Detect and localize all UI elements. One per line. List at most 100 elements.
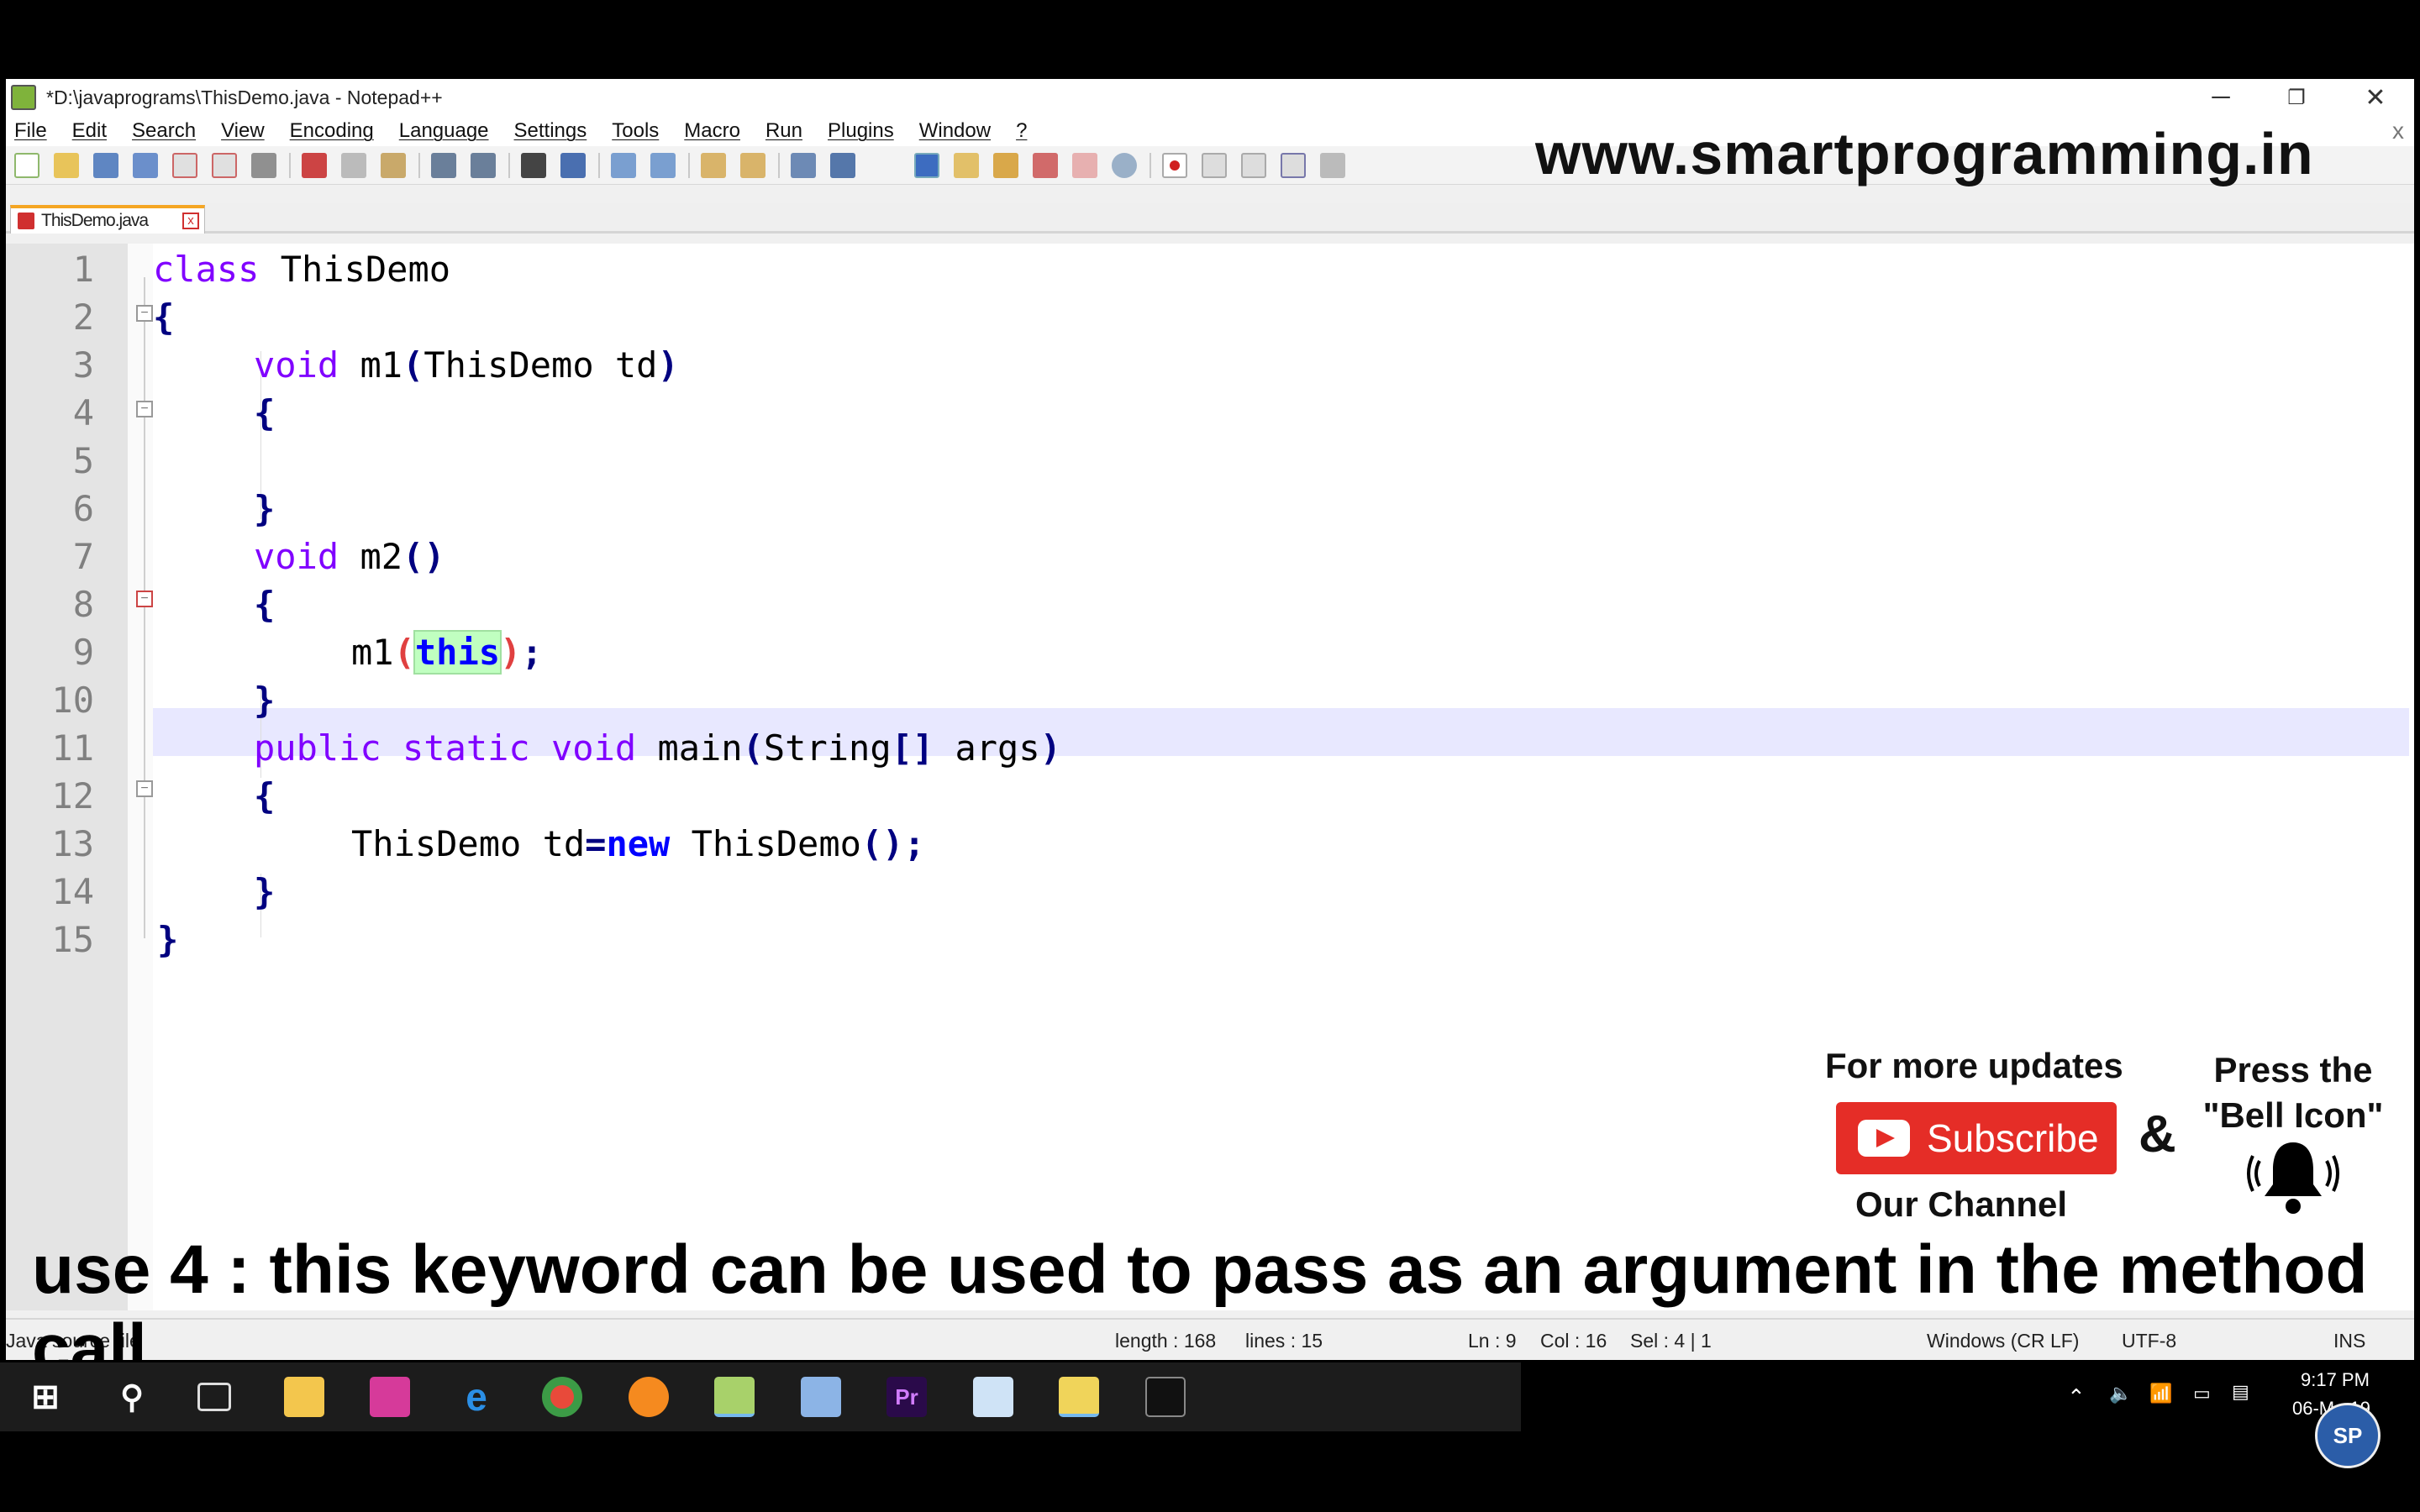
app-icon[interactable] bbox=[370, 1377, 410, 1417]
toolbar-separator bbox=[418, 153, 420, 178]
paste-icon[interactable] bbox=[381, 153, 406, 178]
word-wrap-icon[interactable] bbox=[791, 153, 816, 178]
line-number: 6 bbox=[72, 488, 94, 529]
redo-icon[interactable] bbox=[471, 153, 496, 178]
brace: } bbox=[254, 871, 276, 912]
tab-bar: ThisDemo.java x bbox=[6, 203, 2414, 234]
semicolon: ; bbox=[903, 823, 925, 864]
virtualbox-icon[interactable] bbox=[801, 1377, 841, 1417]
keyword: void bbox=[254, 344, 339, 386]
menu-help[interactable]: ? bbox=[1016, 119, 1027, 143]
stop-macro-icon[interactable] bbox=[1202, 153, 1227, 178]
menu-plugins[interactable]: Plugins bbox=[828, 119, 894, 143]
keyword: void bbox=[254, 536, 339, 577]
undo-icon[interactable] bbox=[431, 153, 456, 178]
fold-collapse-icon[interactable]: − bbox=[136, 780, 153, 797]
folder-icon[interactable] bbox=[1059, 1377, 1099, 1417]
search-icon[interactable]: ⚲ bbox=[112, 1377, 152, 1417]
tray-expand-icon[interactable]: ⌃ bbox=[2067, 1384, 2086, 1410]
menu-settings[interactable]: Settings bbox=[514, 119, 587, 143]
menu-macro[interactable]: Macro bbox=[684, 119, 740, 143]
battery-icon[interactable]: ▭ bbox=[2193, 1383, 2211, 1404]
firefox-icon[interactable] bbox=[629, 1377, 669, 1417]
save-icon[interactable] bbox=[93, 153, 118, 178]
toolbar-separator bbox=[1150, 153, 1151, 178]
minimize-button[interactable]: ─ bbox=[2182, 79, 2260, 116]
save-all-icon[interactable] bbox=[133, 153, 158, 178]
zoom-in-icon[interactable] bbox=[611, 153, 636, 178]
code-line-10: } bbox=[254, 676, 275, 724]
cut-icon[interactable] bbox=[302, 153, 327, 178]
document-map-icon[interactable] bbox=[993, 153, 1018, 178]
paren: () bbox=[402, 536, 445, 577]
menu-encoding[interactable]: Encoding bbox=[290, 119, 374, 143]
file-explorer-icon[interactable] bbox=[284, 1377, 324, 1417]
edge-icon[interactable]: e bbox=[456, 1375, 497, 1419]
record-macro-icon[interactable] bbox=[1162, 153, 1187, 178]
close-button[interactable]: ✕ bbox=[2337, 79, 2414, 116]
menu-search[interactable]: Search bbox=[132, 119, 196, 143]
menu-window[interactable]: Window bbox=[919, 119, 991, 143]
fold-collapse-icon[interactable]: − bbox=[136, 305, 153, 322]
fold-collapse-icon[interactable]: − bbox=[136, 401, 153, 417]
code-line-12: { bbox=[254, 772, 275, 820]
notification-icon[interactable]: ▤ bbox=[2232, 1381, 2249, 1403]
code-line-4: { bbox=[254, 389, 275, 437]
replace-icon[interactable] bbox=[560, 153, 586, 178]
print-icon[interactable] bbox=[251, 153, 276, 178]
close-document-icon[interactable]: x bbox=[2392, 118, 2404, 144]
subscribe-label: Subscribe bbox=[1927, 1116, 2099, 1160]
close-icon[interactable] bbox=[172, 153, 197, 178]
notepadpp-taskbar-icon[interactable] bbox=[714, 1377, 755, 1417]
windows-start-icon[interactable]: ⊞ bbox=[25, 1377, 66, 1417]
indent-guide-icon[interactable] bbox=[914, 153, 939, 178]
restore-button[interactable]: ❐ bbox=[2258, 79, 2335, 116]
sync-vertical-icon[interactable] bbox=[701, 153, 726, 178]
menu-tools[interactable]: Tools bbox=[612, 119, 659, 143]
function-list-icon[interactable] bbox=[1033, 153, 1058, 178]
save-macro-icon[interactable] bbox=[1320, 153, 1345, 178]
new-file-icon[interactable] bbox=[14, 153, 39, 178]
monitoring-icon[interactable] bbox=[1112, 153, 1137, 178]
toolbar-separator bbox=[289, 153, 291, 178]
tab-thisdemo-java[interactable]: ThisDemo.java x bbox=[10, 205, 205, 234]
show-all-characters-icon[interactable] bbox=[830, 153, 855, 178]
copy-icon[interactable] bbox=[341, 153, 366, 178]
screen-recorder-icon[interactable] bbox=[973, 1377, 1013, 1417]
udl-icon[interactable] bbox=[954, 153, 979, 178]
toolbar-separator bbox=[778, 153, 780, 178]
identifier: args bbox=[934, 727, 1040, 769]
line-number: 8 bbox=[72, 584, 94, 625]
folder-as-workspace-icon[interactable] bbox=[1072, 153, 1097, 178]
premiere-pro-icon[interactable]: Pr bbox=[886, 1377, 927, 1417]
tab-close-icon[interactable]: x bbox=[182, 213, 199, 229]
task-view-icon[interactable] bbox=[197, 1383, 231, 1411]
keyword: new bbox=[606, 823, 671, 864]
line-number: 2 bbox=[72, 297, 94, 338]
bell-icon bbox=[2247, 1142, 2339, 1214]
play-macro-icon[interactable] bbox=[1241, 153, 1266, 178]
identifier: main bbox=[636, 727, 743, 769]
network-icon[interactable]: 📶 bbox=[2149, 1383, 2172, 1404]
paren: ) bbox=[500, 632, 522, 673]
menu-run[interactable]: Run bbox=[765, 119, 802, 143]
sync-horizontal-icon[interactable] bbox=[740, 153, 765, 178]
brace: { bbox=[254, 775, 276, 816]
notepadpp-app-icon bbox=[11, 85, 36, 110]
menu-view[interactable]: View bbox=[221, 119, 265, 143]
chrome-icon[interactable] bbox=[542, 1377, 582, 1417]
fold-collapse-icon[interactable]: − bbox=[136, 591, 153, 607]
command-prompt-icon[interactable] bbox=[1145, 1377, 1186, 1417]
volume-icon[interactable]: 🔈 bbox=[2109, 1383, 2132, 1404]
open-file-icon[interactable] bbox=[54, 153, 79, 178]
close-all-icon[interactable] bbox=[212, 153, 237, 178]
find-icon[interactable] bbox=[521, 153, 546, 178]
clock-time[interactable]: 9:17 PM bbox=[2301, 1369, 2370, 1391]
run-macro-multiple-icon[interactable] bbox=[1281, 153, 1306, 178]
menu-edit[interactable]: Edit bbox=[72, 119, 107, 143]
zoom-out-icon[interactable] bbox=[650, 153, 676, 178]
menu-file[interactable]: File bbox=[14, 119, 47, 143]
menu-language[interactable]: Language bbox=[399, 119, 489, 143]
semicolon: ; bbox=[521, 632, 543, 673]
line-number: 3 bbox=[72, 344, 94, 386]
